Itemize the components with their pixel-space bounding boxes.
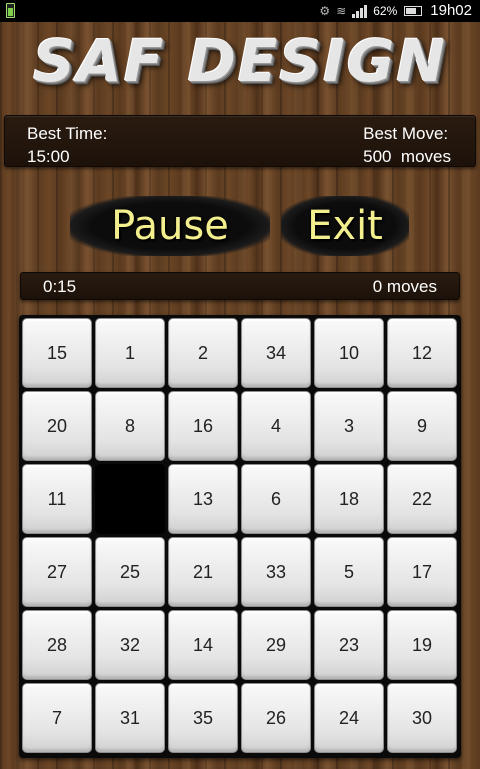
tile[interactable]: 31 (95, 683, 165, 753)
tile[interactable]: 11 (22, 464, 92, 534)
tile[interactable]: 9 (387, 391, 457, 461)
sync-icon: ⚙ (319, 3, 331, 18)
tile[interactable]: 30 (387, 683, 457, 753)
tile[interactable]: 28 (22, 610, 92, 680)
signal-icon (352, 4, 368, 18)
best-moves-block: Best Move: 500 moves (363, 122, 451, 168)
wifi-icon: ≋ (336, 3, 347, 18)
pause-button[interactable]: Pause (70, 196, 270, 256)
best-moves-label: Best Move: (363, 124, 449, 143)
tile[interactable]: 10 (314, 318, 384, 388)
tile[interactable]: 21 (168, 537, 238, 607)
tile[interactable]: 19 (387, 610, 457, 680)
tile[interactable]: 32 (95, 610, 165, 680)
tile[interactable]: 5 (314, 537, 384, 607)
best-time-value: 15:00 (27, 147, 70, 166)
best-time-block: Best Time: 15:00 (27, 122, 107, 168)
tile[interactable]: 35 (168, 683, 238, 753)
tile[interactable]: 22 (387, 464, 457, 534)
tile[interactable]: 8 (95, 391, 165, 461)
exit-button[interactable]: Exit (281, 196, 409, 256)
tile[interactable]: 2 (168, 318, 238, 388)
best-time-label: Best Time: (27, 124, 108, 143)
tile[interactable]: 24 (314, 683, 384, 753)
tile[interactable]: 17 (387, 537, 457, 607)
tile[interactable]: 23 (314, 610, 384, 680)
clock: 19h02 (430, 2, 472, 19)
tile[interactable]: 14 (168, 610, 238, 680)
status-bar: ⚙ ≋ 62% 19h02 (0, 0, 480, 22)
progress-panel: 0:15 0 moves (20, 272, 460, 300)
tile[interactable]: 3 (314, 391, 384, 461)
tile[interactable]: 16 (168, 391, 238, 461)
battery-notification-icon (6, 3, 15, 18)
tile[interactable]: 13 (168, 464, 238, 534)
best-moves-value: 500 moves (363, 147, 451, 166)
tile[interactable]: 1 (95, 318, 165, 388)
tile[interactable]: 33 (241, 537, 311, 607)
move-count: 0 moves (372, 277, 437, 296)
elapsed-time: 0:15 (43, 277, 77, 296)
tile[interactable]: 15 (22, 318, 92, 388)
tile[interactable]: 12 (387, 318, 457, 388)
tile[interactable]: 29 (241, 610, 311, 680)
tile[interactable]: 6 (241, 464, 311, 534)
app-logo: SAF DESIGN (33, 27, 447, 95)
tile[interactable]: 25 (95, 537, 165, 607)
tile[interactable]: 26 (241, 683, 311, 753)
battery-icon (404, 5, 423, 16)
puzzle-board: 15 1 2 34 10 12 20 8 16 4 3 9 11 13 6 18… (19, 315, 461, 758)
tile[interactable]: 18 (314, 464, 384, 534)
tile[interactable]: 4 (241, 391, 311, 461)
best-panel: Best Time: 15:00 Best Move: 500 moves (4, 115, 476, 167)
battery-percent: 62% (373, 3, 398, 18)
status-right: ⚙ ≋ 62% 19h02 (319, 2, 472, 19)
tile[interactable]: 34 (241, 318, 311, 388)
status-left (6, 3, 15, 21)
tile[interactable]: 7 (22, 683, 92, 753)
empty-slot (95, 464, 165, 534)
tile[interactable]: 27 (22, 537, 92, 607)
tile[interactable]: 20 (22, 391, 92, 461)
